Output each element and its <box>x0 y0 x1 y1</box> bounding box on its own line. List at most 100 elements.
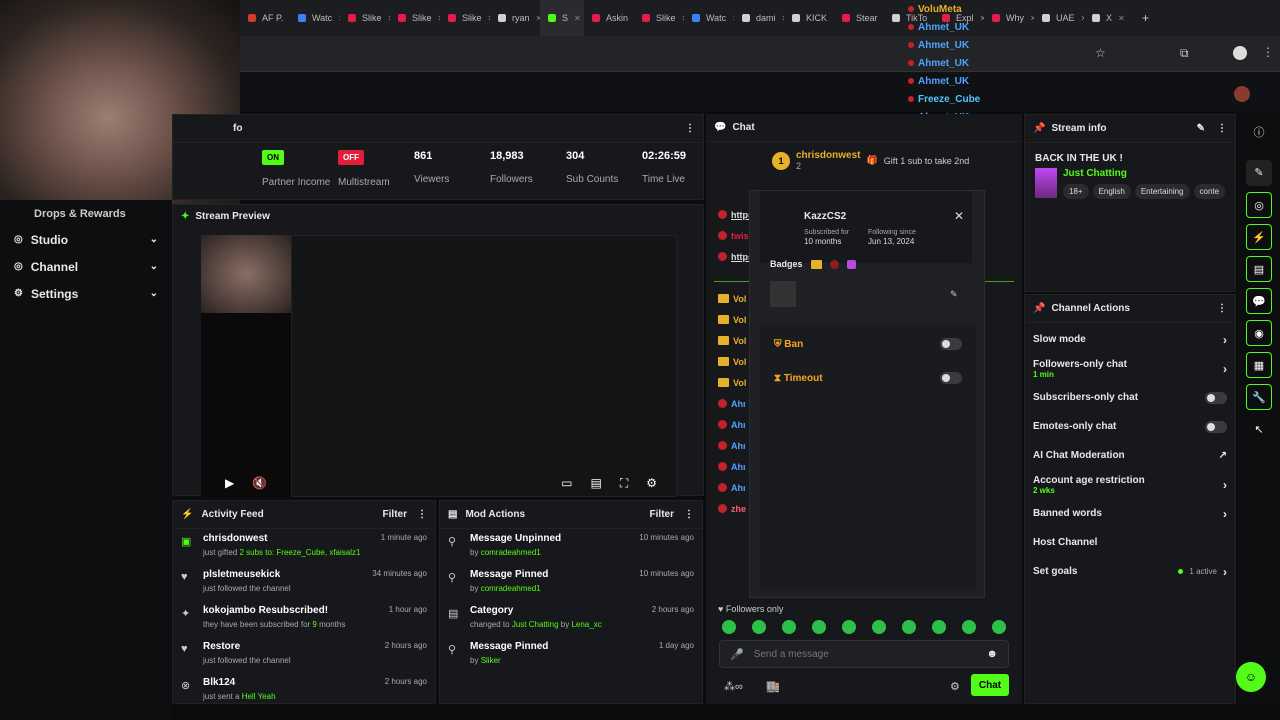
mod-action-item[interactable]: ⚲ Message Pinned by Sliker 1 day ago <box>440 637 702 673</box>
sidebar-item-settings[interactable]: ⚙ Settings ⌄ <box>0 280 172 307</box>
channel-action-set-goals[interactable]: Set goals 1 active › <box>1025 557 1235 586</box>
channel-action-account-age-restriction[interactable]: Account age restriction 2 wks › <box>1025 470 1235 499</box>
stream-tag[interactable]: English <box>1092 184 1131 199</box>
chevron-right-icon[interactable]: › <box>1223 478 1227 492</box>
activity-desc-link[interactable]: Freeze_Cube, xfaisalz1 <box>276 548 360 557</box>
browser-tab[interactable]: Watc✕ <box>684 0 734 36</box>
tab-close-icon[interactable]: ✕ <box>1118 14 1125 23</box>
mod-action-item[interactable]: ⚲ Message Pinned by comradeahmed1 10 minute… <box>440 565 702 601</box>
pip-icon[interactable]: ▭ <box>561 476 572 490</box>
browser-tab[interactable]: X ✕ <box>1084 0 1134 36</box>
chat-send-button[interactable]: Chat <box>971 674 1009 696</box>
emote-icon[interactable] <box>782 620 796 634</box>
mod-action-user[interactable]: comradeahmed1 <box>481 584 541 593</box>
chat-username[interactable]: Vol <box>733 378 746 388</box>
activity-item[interactable]: ▣ chrisdonwest just gifted 2 subs to: Free… <box>173 529 435 565</box>
channel-action-subscribers-only-chat[interactable]: Subscribers-only chat <box>1025 383 1235 412</box>
emote-icon[interactable] <box>722 620 736 634</box>
activity-desc-link[interactable]: months <box>319 620 345 629</box>
close-icon[interactable]: ✕ <box>954 209 964 223</box>
chat-username[interactable]: Ahı <box>731 399 746 409</box>
mod-action-item[interactable]: ⚲ Message Unpinned by comradeahmed1 10 minu… <box>440 529 702 565</box>
chat-username[interactable]: Ahı <box>731 441 746 451</box>
chat-username[interactable]: Ahı <box>731 462 746 472</box>
chat-input[interactable] <box>753 648 977 660</box>
chevron-down-icon[interactable]: ⌄ <box>150 261 158 272</box>
activity-item[interactable]: ♥ Restore just followed the channel 2 hours… <box>173 637 435 673</box>
browser-tab[interactable]: KICK✕ <box>784 0 834 36</box>
fullscreen-icon[interactable]: ⛶ <box>620 476 628 491</box>
chevron-right-icon[interactable]: › <box>1223 333 1227 347</box>
channel-action-banned-words[interactable]: Banned words › <box>1025 499 1235 528</box>
channel-action-followers-only-chat[interactable]: Followers-only chat 1 min › <box>1025 354 1235 383</box>
chevron-down-icon[interactable]: ⌄ <box>150 288 158 299</box>
chat-settings-icon[interactable]: ⚙ <box>950 680 960 693</box>
help-icon[interactable]: ☺ <box>1236 662 1266 692</box>
edit-icon[interactable]: ✎ <box>1246 160 1272 186</box>
broadcast-icon[interactable]: ◉ <box>1246 320 1272 346</box>
clip-icon[interactable]: ◎ <box>1246 192 1272 218</box>
new-tab-button[interactable]: + <box>1142 11 1149 25</box>
sidebar-item-studio[interactable]: ◎ Studio ⌄ <box>0 226 172 253</box>
channel-action-ai-chat-moderation[interactable]: AI Chat Moderation ↗ <box>1025 441 1235 470</box>
external-link-icon[interactable]: ↗ <box>1219 450 1227 461</box>
play-icon[interactable]: ▶ <box>225 476 234 490</box>
cursor-icon[interactable]: ↖ <box>1246 416 1272 442</box>
ban-toggle[interactable] <box>940 338 962 350</box>
emoji-icon[interactable]: ☻ <box>986 648 998 660</box>
chevron-down-icon[interactable]: ⌄ <box>150 234 158 245</box>
more-icon[interactable]: ⋮ <box>685 123 695 134</box>
activity-item[interactable]: ♥ plsletmeusekick just followed the channe… <box>173 565 435 601</box>
pinned-gifter[interactable]: 1 chrisdonwest 2 🎁 Gift 1 sub to take 2n… <box>772 150 969 171</box>
chat-icon[interactable]: 💬 <box>1246 288 1272 314</box>
emote-icon[interactable] <box>812 620 826 634</box>
stream-tag[interactable]: Entertaining <box>1134 184 1190 199</box>
chat-username[interactable]: Vol <box>733 336 746 346</box>
browser-tab[interactable]: UAE ✕ <box>1034 0 1084 36</box>
activity-item[interactable]: ✦ kokojambo Resubscribed! they have been s… <box>173 601 435 637</box>
channel-action-slow-mode[interactable]: Slow mode › <box>1025 325 1235 354</box>
edit-note-icon[interactable]: ✎ <box>950 289 958 300</box>
emote-icon[interactable] <box>902 620 916 634</box>
browser-tab[interactable]: Slike✕ <box>634 0 684 36</box>
browser-tab[interactable]: dami✕ <box>734 0 784 36</box>
pinned-username[interactable]: chrisdonwest <box>796 150 860 161</box>
chat-username[interactable]: Ahı <box>731 483 746 493</box>
more-icon[interactable]: ⋮ <box>417 509 427 520</box>
browser-tab[interactable]: Slike✕ <box>340 0 390 36</box>
stream-tag[interactable]: conte <box>1193 184 1225 199</box>
stream-tag[interactable]: 18+ <box>1062 184 1089 199</box>
chat-username[interactable]: zhe <box>731 504 746 514</box>
profile-avatar[interactable] <box>1233 46 1247 60</box>
menu-icon[interactable]: ⋮ <box>1262 45 1274 59</box>
browser-tab[interactable]: Askin✕ <box>584 0 634 36</box>
mod-action-user[interactable]: Sliker <box>481 656 501 665</box>
mod-action-user[interactable]: Just Chatting <box>512 620 559 629</box>
chat-username[interactable]: Vol <box>733 357 746 367</box>
toggle-switch[interactable] <box>1205 420 1227 433</box>
mic-icon[interactable]: 🎤 <box>730 648 744 661</box>
browser-tab[interactable]: ryan ✕ <box>490 0 540 36</box>
browser-tab[interactable]: Watc✕ <box>290 0 340 36</box>
mod-action-user[interactable]: Lena_xc <box>571 620 601 629</box>
timeout-row[interactable]: ⧗ Timeout <box>760 361 976 395</box>
emote-icon[interactable] <box>962 620 976 634</box>
more-icon[interactable]: ⋮ <box>1217 303 1227 314</box>
chevron-right-icon[interactable]: › <box>1223 565 1227 579</box>
emote-icon[interactable] <box>752 620 766 634</box>
chat-username[interactable]: Ahı <box>731 420 746 430</box>
chat-username[interactable]: Vol <box>733 294 746 304</box>
message-box[interactable]: 🎤 ☻ <box>719 640 1009 668</box>
chevron-right-icon[interactable]: › <box>1223 362 1227 376</box>
store-icon[interactable]: 🏬 <box>766 680 780 693</box>
channel-action-host-channel[interactable]: Host Channel <box>1025 528 1235 557</box>
browser-tab[interactable]: AF P.✕ <box>240 0 290 36</box>
mod-filter-button[interactable]: Filter <box>650 509 674 520</box>
tab-close-icon[interactable]: ✕ <box>574 14 581 23</box>
star-icon[interactable]: ☆ <box>1095 46 1106 60</box>
stream-video[interactable]: ▶ 🔇 ▭ ▤ ⛶ ⚙ <box>201 235 677 497</box>
ban-row[interactable]: ⛨ Ban <box>760 327 976 361</box>
wrench-icon[interactable]: 🔧 <box>1246 384 1272 410</box>
activity-item[interactable]: ⊗ Blk124 just sent a Hell Yeah 2 hours ago <box>173 673 435 703</box>
emote-icon[interactable] <box>992 620 1006 634</box>
